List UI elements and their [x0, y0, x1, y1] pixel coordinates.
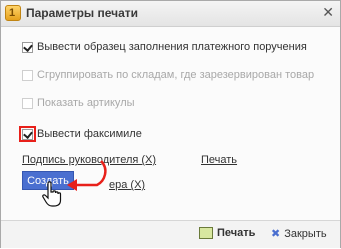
print-button-label: Печать: [217, 227, 256, 239]
print-button[interactable]: Печать: [199, 227, 255, 239]
dialog-footer: Печать ✖ Закрыть: [1, 220, 340, 248]
print-icon: [199, 227, 213, 239]
close-button[interactable]: ✖ Закрыть: [271, 227, 327, 241]
hand-cursor-icon: [42, 181, 62, 207]
print-settings-dialog: 1 Параметры печати ✕ Вывести образец зап…: [0, 0, 341, 248]
close-icon: ✖: [271, 228, 281, 240]
annotation-arrow: [67, 160, 107, 191]
close-button-label: Закрыть: [284, 227, 327, 240]
